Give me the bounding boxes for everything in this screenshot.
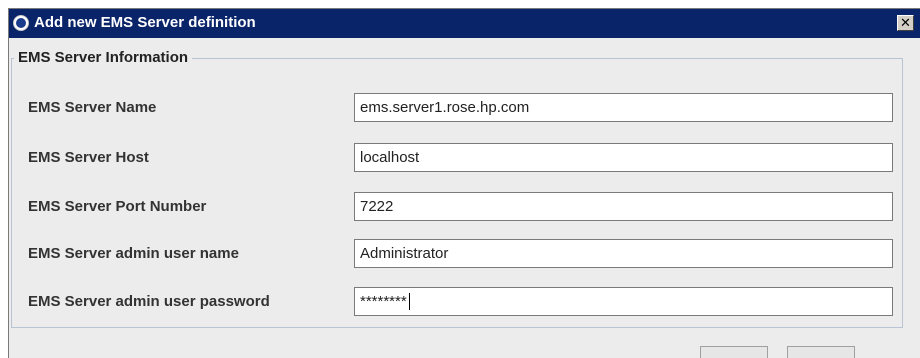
group-legend: EMS Server Information — [14, 49, 193, 67]
hp-logo-icon — [13, 15, 29, 31]
server-name-input[interactable]: ems.server1.rose.hp.com — [354, 93, 893, 122]
window-title: Add new EMS Server definition — [34, 14, 256, 31]
admin-user-value: Administrator — [360, 245, 449, 262]
port-number-value: 7222 — [360, 198, 394, 215]
form-row-server-name: EMS Server Name ems.server1.rose.hp.com — [0, 93, 912, 123]
port-number-input[interactable]: 7222 — [354, 192, 893, 221]
server-name-label: EMS Server Name — [28, 99, 157, 116]
admin-password-value: ******** — [360, 293, 407, 310]
text-caret — [408, 293, 410, 310]
form-row-admin-user: EMS Server admin user name Administrator — [0, 239, 912, 269]
form-row-port-number: EMS Server Port Number 7222 — [0, 192, 912, 222]
cancel-button[interactable] — [787, 346, 855, 358]
close-button[interactable]: ✕ — [897, 15, 914, 31]
server-host-input[interactable]: localhost — [354, 143, 893, 172]
admin-user-input[interactable]: Administrator — [354, 239, 893, 268]
port-number-label: EMS Server Port Number — [28, 198, 207, 215]
title-bar[interactable]: Add new EMS Server definition ✕ — [9, 9, 920, 38]
server-name-value: ems.server1.rose.hp.com — [360, 99, 530, 116]
form-row-admin-password: EMS Server admin user password ******** — [0, 287, 912, 317]
close-icon: ✕ — [900, 15, 911, 30]
admin-user-label: EMS Server admin user name — [28, 245, 239, 262]
ok-button[interactable] — [700, 346, 768, 358]
server-host-value: localhost — [360, 149, 420, 166]
server-host-label: EMS Server Host — [28, 149, 149, 166]
admin-password-label: EMS Server admin user password — [28, 293, 270, 310]
admin-password-input[interactable]: ******** — [354, 287, 893, 316]
form-row-server-host: EMS Server Host localhost — [0, 143, 912, 173]
